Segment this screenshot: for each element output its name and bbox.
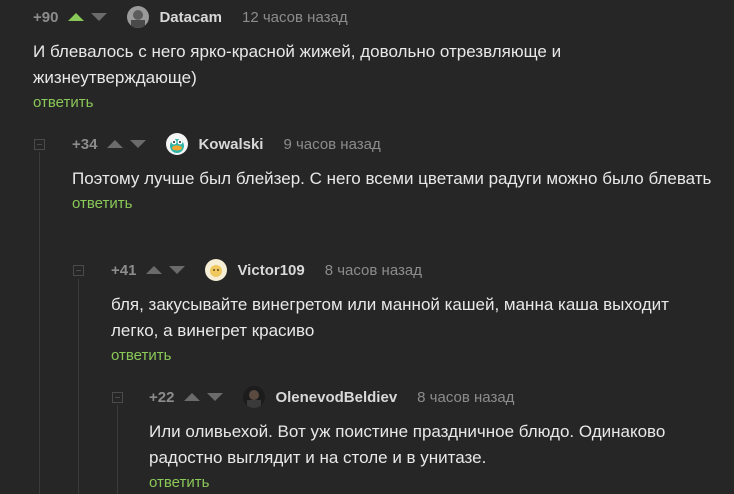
comment-text: Или оливьехой. Вот уж поистине праздничн… bbox=[149, 422, 666, 467]
avatar[interactable] bbox=[166, 133, 189, 155]
comment-text: Поэтому лучше был блейзер. С него всеми … bbox=[72, 169, 712, 188]
avatar[interactable] bbox=[243, 386, 266, 408]
upvote-icon[interactable] bbox=[68, 13, 85, 21]
rating: +90 bbox=[33, 8, 59, 26]
comment: +34 Kowalski 9 часов назад Поэтому лучше… bbox=[72, 132, 712, 212]
comment-header: +22 OlenevodBeldiev 8 часов назад bbox=[149, 385, 719, 409]
rating: +22 bbox=[149, 388, 175, 406]
reply-button[interactable]: ответить bbox=[33, 94, 713, 111]
comment: +90 Datacam 12 часов назад И блевалось с… bbox=[33, 5, 713, 111]
collapse-icon[interactable] bbox=[112, 392, 123, 403]
downvote-icon[interactable] bbox=[169, 266, 186, 274]
username[interactable]: Kowalski bbox=[198, 136, 263, 153]
upvote-icon[interactable] bbox=[146, 266, 163, 274]
rating: +41 bbox=[111, 261, 137, 279]
username[interactable]: OlenevodBeldiev bbox=[275, 389, 397, 406]
thread-line bbox=[39, 152, 40, 494]
comment-header: +34 Kowalski 9 часов назад bbox=[72, 132, 712, 156]
timestamp[interactable]: 8 часов назад bbox=[417, 389, 514, 406]
collapse-icon[interactable] bbox=[73, 265, 84, 276]
avatar[interactable] bbox=[205, 259, 228, 281]
reply-button[interactable]: ответить bbox=[111, 347, 711, 364]
comment: +22 OlenevodBeldiev 8 часов назад Или ол… bbox=[149, 385, 719, 491]
avatar-image-icon bbox=[243, 386, 266, 408]
upvote-icon[interactable] bbox=[184, 393, 201, 401]
avatar-image-icon bbox=[205, 259, 228, 281]
timestamp[interactable]: 9 часов назад bbox=[283, 136, 380, 153]
timestamp[interactable]: 8 часов назад bbox=[325, 262, 422, 279]
avatar-image-icon bbox=[127, 6, 150, 28]
comment-text: И блевалось с него ярко-красной жижей, д… bbox=[33, 42, 562, 87]
comment: +41 Victor109 8 часов назад бля, закусыв… bbox=[111, 258, 711, 364]
username[interactable]: Datacam bbox=[159, 9, 222, 26]
avatar[interactable] bbox=[127, 6, 150, 28]
comment-header: +90 Datacam 12 часов назад bbox=[33, 5, 713, 29]
upvote-icon[interactable] bbox=[107, 140, 124, 148]
reply-button[interactable]: ответить bbox=[72, 195, 712, 212]
rating: +34 bbox=[72, 135, 98, 153]
username[interactable]: Victor109 bbox=[237, 262, 304, 279]
collapse-icon[interactable] bbox=[34, 139, 45, 150]
platypus-avatar-icon bbox=[166, 133, 189, 155]
comment-header: +41 Victor109 8 часов назад bbox=[111, 258, 711, 282]
thread-line bbox=[78, 279, 79, 494]
downvote-icon[interactable] bbox=[207, 393, 224, 401]
downvote-icon[interactable] bbox=[130, 140, 147, 148]
downvote-icon[interactable] bbox=[91, 13, 108, 21]
thread-line bbox=[117, 405, 118, 494]
reply-button[interactable]: ответить bbox=[149, 474, 719, 491]
comment-text: бля, закусывайте винегретом или манной к… bbox=[111, 295, 669, 340]
timestamp[interactable]: 12 часов назад bbox=[242, 9, 348, 26]
